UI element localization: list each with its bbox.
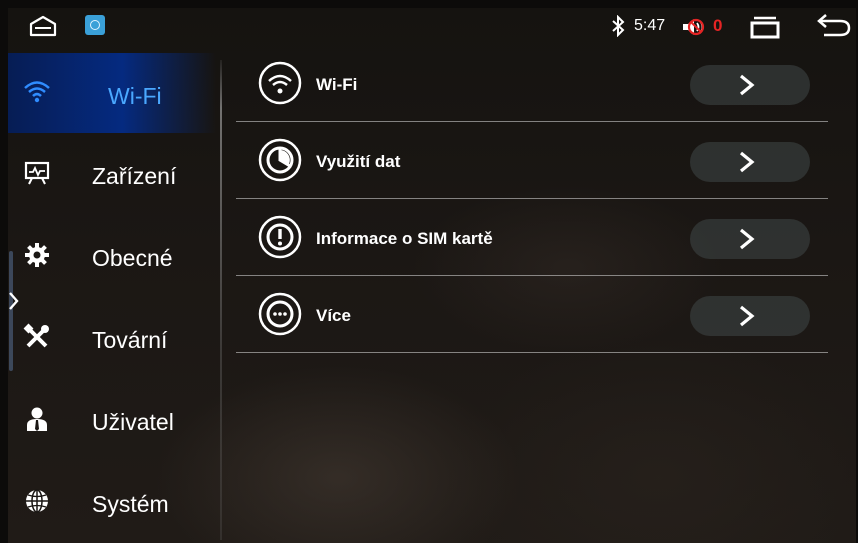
info-icon bbox=[258, 215, 302, 259]
sidebar-item-factory[interactable]: Tovární bbox=[8, 299, 216, 379]
list-item-more[interactable]: Více bbox=[236, 284, 828, 359]
sidebar-item-general[interactable]: Obecné bbox=[8, 217, 216, 297]
row-divider bbox=[236, 121, 828, 122]
recent-apps-icon[interactable] bbox=[748, 15, 782, 39]
volume-level: 0 bbox=[713, 16, 723, 35]
sidebar-item-label: Zařízení bbox=[92, 163, 177, 189]
wifi-settings-list: Wi-Fi Využití dat Informace o SIM kartě … bbox=[236, 53, 856, 373]
clock: 5:47 bbox=[634, 17, 666, 34]
list-item-sim-info[interactable]: Informace o SIM kartě bbox=[236, 207, 828, 282]
home-icon[interactable] bbox=[28, 14, 58, 38]
wifi-icon bbox=[258, 61, 302, 105]
status-bar: 5:47 0 bbox=[8, 8, 856, 44]
sidebar-divider bbox=[220, 60, 222, 540]
row-divider bbox=[236, 198, 828, 199]
open-button[interactable] bbox=[690, 142, 810, 182]
list-item-label: Více bbox=[316, 306, 351, 325]
gear-icon bbox=[25, 243, 49, 267]
chevron-right-icon[interactable] bbox=[8, 290, 20, 312]
more-icon bbox=[258, 292, 302, 336]
settings-sidebar: Wi-Fi Zařízení Obecné Tovární Uživatel S… bbox=[8, 53, 220, 543]
sidebar-item-label: Tovární bbox=[92, 327, 168, 353]
wifi-icon bbox=[24, 81, 50, 103]
list-item-label: Wi-Fi bbox=[316, 75, 358, 94]
back-icon[interactable] bbox=[816, 13, 852, 39]
user-icon bbox=[27, 407, 47, 431]
sidebar-item-user[interactable]: Uživatel bbox=[8, 381, 216, 461]
chevron-right-icon bbox=[739, 151, 755, 173]
open-button[interactable] bbox=[690, 219, 810, 259]
chevron-right-icon bbox=[739, 228, 755, 250]
device-icon bbox=[24, 161, 50, 185]
sidebar-item-label: Uživatel bbox=[92, 409, 174, 435]
open-button[interactable] bbox=[690, 65, 810, 105]
list-item-label: Informace o SIM kartě bbox=[316, 229, 493, 248]
globe-icon bbox=[26, 489, 48, 513]
data-usage-icon bbox=[258, 138, 302, 182]
sidebar-item-device[interactable]: Zařízení bbox=[8, 135, 216, 215]
settings-screen: 5:47 0 Wi-Fi Zařízení Obecné Tovární Uži… bbox=[8, 8, 856, 543]
mute-icon bbox=[683, 18, 705, 36]
chevron-right-icon bbox=[739, 74, 755, 96]
open-button[interactable] bbox=[690, 296, 810, 336]
sidebar-item-label: Obecné bbox=[92, 245, 173, 271]
settings-app-icon[interactable] bbox=[85, 15, 105, 35]
bluetooth-icon bbox=[612, 15, 625, 37]
chevron-right-icon bbox=[739, 305, 755, 327]
sidebar-item-wifi[interactable]: Wi-Fi bbox=[8, 53, 216, 133]
row-divider bbox=[236, 352, 828, 353]
sidebar-item-label: Wi-Fi bbox=[108, 83, 162, 109]
row-divider bbox=[236, 275, 828, 276]
list-item-label: Využití dat bbox=[316, 152, 401, 171]
list-item-wifi[interactable]: Wi-Fi bbox=[236, 53, 828, 128]
sidebar-item-label: Systém bbox=[92, 491, 169, 517]
list-item-data-usage[interactable]: Využití dat bbox=[236, 130, 828, 205]
sidebar-item-system[interactable]: Systém bbox=[8, 463, 216, 543]
tools-icon bbox=[23, 323, 49, 348]
